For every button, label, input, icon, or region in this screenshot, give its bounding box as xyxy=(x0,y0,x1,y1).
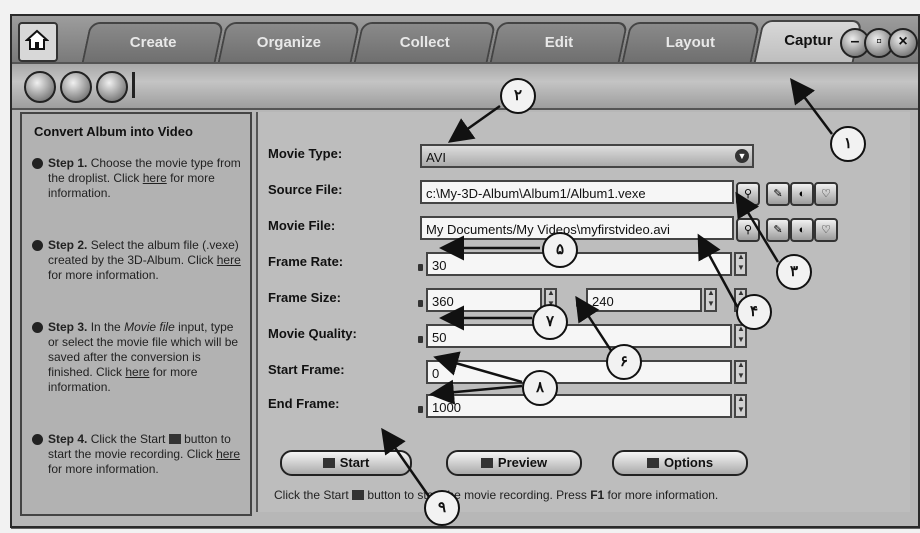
arrow-3 xyxy=(735,191,780,263)
callout-6: ۶ xyxy=(606,344,642,380)
arrow-8b xyxy=(429,379,523,405)
arrow-2 xyxy=(447,104,501,143)
arrow-4 xyxy=(697,233,740,309)
callout-1: ١ xyxy=(830,126,866,162)
callout-2: ٢ xyxy=(500,78,536,114)
callout-5: ۵ xyxy=(542,232,578,268)
callout-7: ٧ xyxy=(532,304,568,340)
arrow-8a xyxy=(433,351,523,384)
arrow-1 xyxy=(790,78,833,135)
callout-9: ٩ xyxy=(424,490,460,526)
arrow-9 xyxy=(381,427,432,499)
callout-4: ۴ xyxy=(736,294,772,330)
callout-8: ٨ xyxy=(522,370,558,406)
arrow-6 xyxy=(575,295,614,353)
callout-3: ٣ xyxy=(776,254,812,290)
